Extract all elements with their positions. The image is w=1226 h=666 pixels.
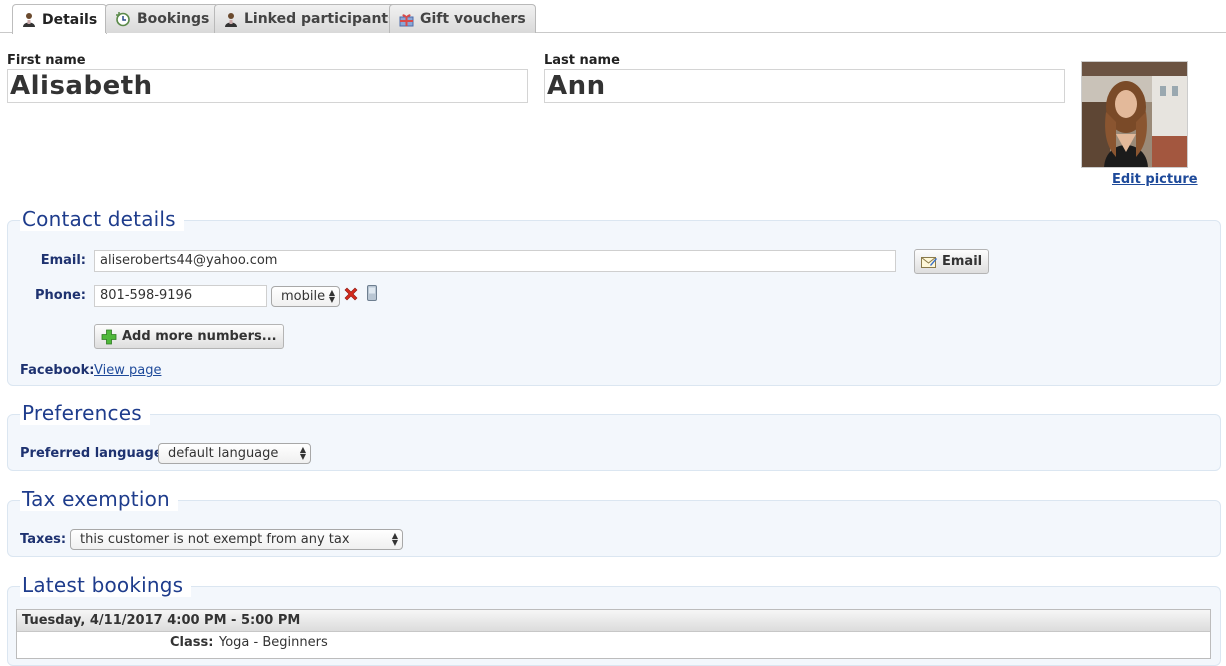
tab-label: Linked participants [244, 11, 397, 27]
tab-label: Bookings [137, 11, 210, 27]
taxes-label: Taxes: [20, 532, 67, 547]
phone-label: Phone: [35, 288, 86, 303]
select-arrows-icon: ▲ ▼ [328, 288, 335, 304]
select-arrows-icon: ▲ ▼ [391, 531, 398, 547]
select-arrows-icon: ▲ ▼ [299, 445, 306, 461]
tab-bar: Details Bookings Linked participants Gif… [0, 0, 1226, 34]
mobile-phone-icon [366, 284, 378, 306]
gift-icon [399, 12, 414, 27]
email-button[interactable]: Email [914, 249, 990, 274]
phone-type-select[interactable]: mobile ▲ ▼ [271, 286, 340, 307]
preferred-language-label: Preferred language: [20, 446, 168, 461]
preferred-language-select[interactable]: default language ▲ ▼ [158, 443, 311, 464]
class-label: Class: [170, 635, 214, 650]
tab-bookings[interactable]: Bookings [105, 4, 220, 33]
section-title: Latest bookings [20, 573, 192, 597]
add-more-numbers-button[interactable]: Add more numbers... [94, 324, 284, 349]
email-field[interactable]: aliseroberts44@yahoo.com [94, 250, 896, 272]
facebook-label: Facebook: [20, 363, 95, 378]
class-value: Yoga - Beginners [219, 635, 328, 650]
remove-phone-icon[interactable] [343, 286, 359, 306]
person-icon [22, 12, 36, 27]
phone-type-value: mobile [281, 289, 326, 304]
plus-icon [101, 329, 117, 345]
email-label: Email: [40, 253, 86, 268]
envelope-pencil-icon [921, 255, 937, 269]
taxes-select[interactable]: this customer is not exempt from any tax… [70, 529, 403, 550]
first-name-label: First name [7, 53, 86, 68]
email-button-label: Email [942, 254, 983, 269]
tab-linked-participants[interactable]: Linked participants [214, 4, 407, 33]
last-name-field[interactable]: Ann [544, 69, 1065, 103]
edit-picture-link[interactable]: Edit picture [1112, 172, 1198, 187]
first-name-field[interactable]: Alisabeth [7, 69, 528, 103]
tab-label: Gift vouchers [420, 11, 526, 27]
last-name-label: Last name [544, 53, 620, 68]
booking-row: Class: Yoga - Beginners [17, 632, 1210, 656]
tab-gift-vouchers[interactable]: Gift vouchers [389, 4, 536, 33]
facebook-view-page-link[interactable]: View page [94, 363, 161, 378]
tab-details[interactable]: Details [12, 4, 108, 34]
profile-picture [1081, 61, 1188, 168]
section-title: Preferences [20, 401, 150, 425]
preferred-language-value: default language [168, 446, 279, 461]
taxes-value: this customer is not exempt from any tax [80, 532, 350, 547]
tab-label: Details [42, 11, 98, 28]
booking-datetime-header[interactable]: Tuesday, 4/11/2017 4:00 PM - 5:00 PM [17, 610, 1210, 632]
calendar-refresh-icon [115, 11, 131, 27]
section-title: Tax exemption [20, 487, 178, 511]
person-icon [224, 12, 238, 27]
section-title: Contact details [20, 207, 184, 231]
add-more-numbers-label: Add more numbers... [122, 329, 277, 344]
phone-field[interactable]: 801-598-9196 [94, 285, 267, 307]
